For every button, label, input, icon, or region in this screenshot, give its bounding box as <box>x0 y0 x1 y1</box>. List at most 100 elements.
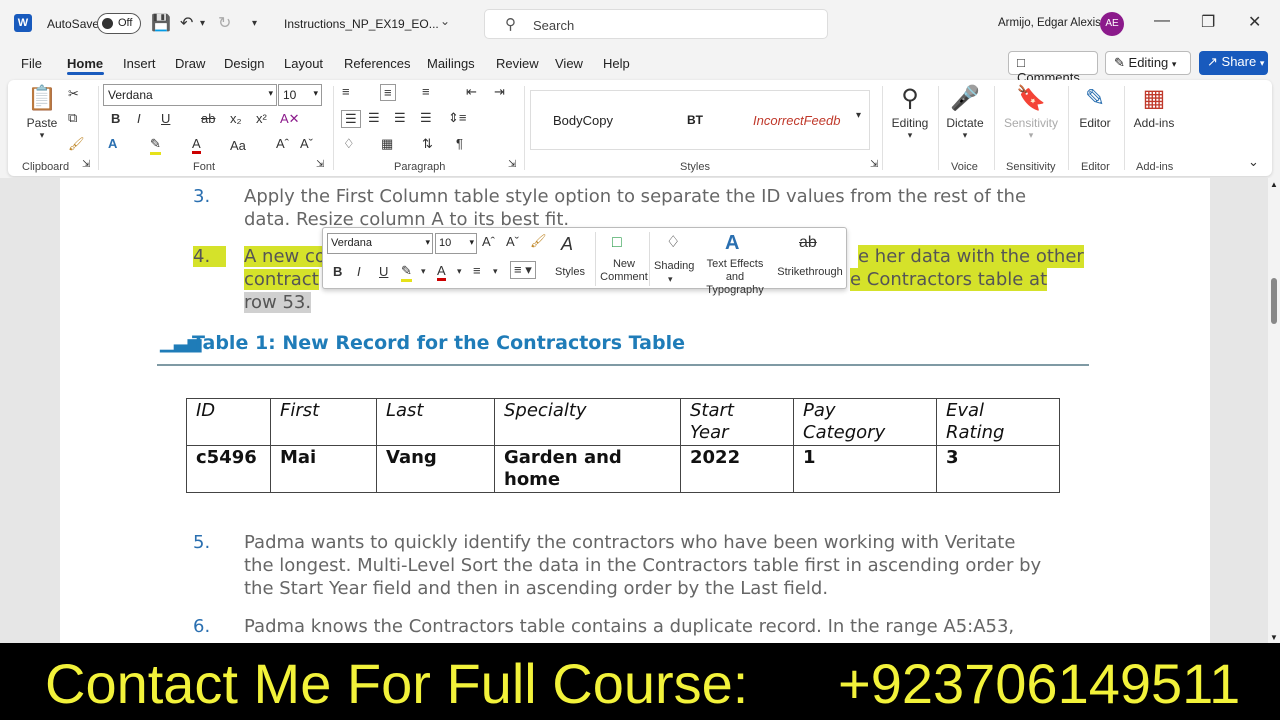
clear-formatting-icon[interactable]: A✕ <box>280 111 300 127</box>
table-cell[interactable]: Mai <box>270 445 377 493</box>
cut-icon[interactable]: ✂ <box>68 86 79 102</box>
underline-icon[interactable]: U <box>379 264 388 279</box>
chevron-down-icon[interactable]: ▾ <box>421 266 426 277</box>
justify-icon[interactable]: ☰ <box>420 110 432 126</box>
customize-toolbar-icon[interactable]: ▾ <box>252 18 257 29</box>
table-cell[interactable]: c5496 <box>186 445 271 493</box>
tab-file[interactable]: File <box>21 56 42 71</box>
decrease-indent-icon[interactable]: ⇤ <box>466 84 477 100</box>
dialog-launcher-icon[interactable]: ⇲ <box>508 159 516 170</box>
borders-icon[interactable]: ▦ <box>381 136 393 152</box>
superscript-icon[interactable]: x² <box>256 111 267 126</box>
dialog-launcher-icon[interactable]: ⇲ <box>316 159 324 170</box>
sort-icon[interactable]: ⇅ <box>422 136 433 152</box>
font-color-icon[interactable]: A <box>437 263 446 281</box>
numbering-icon[interactable]: ≡ ▾ <box>510 261 536 279</box>
scrollbar-thumb[interactable] <box>1271 278 1277 324</box>
italic-icon[interactable]: I <box>357 264 361 279</box>
highlight-icon[interactable]: ✎ <box>401 263 412 282</box>
text-effects-icon[interactable]: A <box>108 136 117 151</box>
tab-mailings[interactable]: Mailings <box>427 56 475 71</box>
autosave-toggle[interactable]: Off <box>97 13 141 34</box>
subscript-icon[interactable]: x₂ <box>230 111 242 126</box>
scroll-up-icon[interactable]: ▲ <box>1270 180 1278 189</box>
tab-insert[interactable]: Insert <box>123 56 156 71</box>
mini-size-dropdown[interactable]: 10 ▾ <box>435 233 477 254</box>
dialog-launcher-icon[interactable]: ⇲ <box>870 159 878 170</box>
align-right-icon[interactable]: ☰ <box>394 110 406 126</box>
undo-icon[interactable]: ↶ <box>180 13 193 33</box>
multilevel-list-icon[interactable]: ≡ <box>422 84 430 99</box>
avatar[interactable]: AE <box>1100 12 1124 36</box>
document-name[interactable]: Instructions_NP_EX19_EO... <box>284 17 439 31</box>
underline-icon[interactable]: U <box>161 111 170 126</box>
new-comment-button[interactable]: □ New Comment <box>595 232 648 286</box>
table-cell[interactable]: 2022 <box>680 445 794 493</box>
shrink-font-icon[interactable]: Aˇ <box>300 136 313 151</box>
strikethrough-button[interactable]: ab Strikethrough <box>777 232 843 286</box>
styles-gallery[interactable]: BodyCopy BT IncorrectFeedb <box>530 90 870 150</box>
grow-font-icon[interactable]: Aˆ <box>482 234 495 249</box>
search-box[interactable]: ⚲ Search <box>484 9 828 39</box>
highlight-icon[interactable]: ✎ <box>150 136 161 155</box>
close-icon[interactable]: ✕ <box>1248 12 1261 32</box>
tab-review[interactable]: Review <box>496 56 539 71</box>
show-formatting-icon[interactable]: ¶ <box>456 136 463 151</box>
tab-view[interactable]: View <box>555 56 583 71</box>
table-header-cell[interactable]: Eval Rating <box>936 398 1060 446</box>
tab-draw[interactable]: Draw <box>175 56 205 71</box>
new-record-table[interactable]: ID First Last Specialty Start Year Pay Cat… <box>186 398 1060 493</box>
editing-button[interactable]: ⚲ Editing ▾ <box>888 84 932 141</box>
paste-button[interactable]: 📋 Paste ▾ <box>22 84 62 141</box>
grow-font-icon[interactable]: Aˆ <box>276 136 289 151</box>
save-icon[interactable]: 💾 <box>151 13 171 33</box>
format-painter-icon[interactable]: 🖌 <box>68 136 85 152</box>
list-item-text[interactable]: Apply the First Column table style optio… <box>244 185 1084 231</box>
styles-scroll-down-icon[interactable]: ▾ <box>856 110 861 121</box>
redo-icon[interactable]: ↻ <box>218 13 231 33</box>
chevron-down-icon[interactable]: ⌄ <box>440 14 450 28</box>
table-header-cell[interactable]: ID <box>186 398 271 446</box>
bold-icon[interactable]: B <box>333 264 342 279</box>
table-cell[interactable]: 1 <box>793 445 937 493</box>
align-left-icon[interactable]: ☰ <box>341 110 361 128</box>
font-color-icon[interactable]: A <box>192 136 201 154</box>
align-center-icon[interactable]: ☰ <box>368 110 380 126</box>
tab-layout[interactable]: Layout <box>284 56 323 71</box>
minimize-icon[interactable]: — <box>1154 12 1170 30</box>
copy-icon[interactable]: ⧉ <box>68 110 77 126</box>
shading-button[interactable]: ♢ Shading ▾ <box>649 232 695 286</box>
increase-indent-icon[interactable]: ⇥ <box>494 84 505 100</box>
bold-icon[interactable]: B <box>111 111 120 126</box>
style-incorrect-feedback[interactable]: IncorrectFeedb <box>753 113 857 128</box>
format-painter-icon[interactable]: 🖌 <box>530 233 547 249</box>
undo-dropdown-icon[interactable]: ▾ <box>200 18 205 29</box>
strikethrough-icon[interactable]: ab <box>201 111 215 126</box>
vertical-scrollbar[interactable]: ▲ ▼ <box>1268 178 1280 643</box>
list-item-text[interactable]: Padma wants to quickly identify the cont… <box>244 531 1114 600</box>
numbering-icon[interactable]: ≡ <box>380 84 396 101</box>
table-header-cell[interactable]: Last <box>376 398 495 446</box>
addins-button[interactable]: ▦ Add-ins <box>1128 84 1180 130</box>
font-name-dropdown[interactable]: Verdana ▾ <box>103 84 277 106</box>
sensitivity-button[interactable]: 🔖 Sensitivity ▾ <box>998 84 1064 141</box>
tab-home[interactable]: Home <box>67 56 103 71</box>
table-header-cell[interactable]: Specialty <box>494 398 681 446</box>
comments-button[interactable]: □ Comments <box>1008 51 1098 85</box>
dialog-launcher-icon[interactable]: ⇲ <box>82 159 90 170</box>
table-header-cell[interactable]: First <box>270 398 377 446</box>
scroll-down-icon[interactable]: ▼ <box>1270 633 1278 642</box>
editor-button[interactable]: ✎ Editor <box>1072 84 1118 130</box>
style-bodycopy[interactable]: BodyCopy <box>553 113 613 128</box>
tab-help[interactable]: Help <box>603 56 630 71</box>
table-header-cell[interactable]: Pay Category <box>793 398 937 446</box>
shrink-font-icon[interactable]: Aˇ <box>506 234 519 249</box>
text-effects-button[interactable]: A Text Effects and Typography <box>697 232 773 296</box>
font-size-dropdown[interactable]: 10 ▾ <box>278 84 322 106</box>
editing-mode-button[interactable]: ✎ Editing ▾ <box>1105 51 1191 75</box>
style-bt[interactable]: BT <box>687 113 703 127</box>
table-cell[interactable]: Garden and home <box>494 445 681 493</box>
line-spacing-icon[interactable]: ⇕≡ <box>448 110 466 126</box>
mini-font-dropdown[interactable]: Verdana ▾ <box>327 233 433 254</box>
share-button[interactable]: ↗ Share ▾ <box>1199 51 1268 75</box>
